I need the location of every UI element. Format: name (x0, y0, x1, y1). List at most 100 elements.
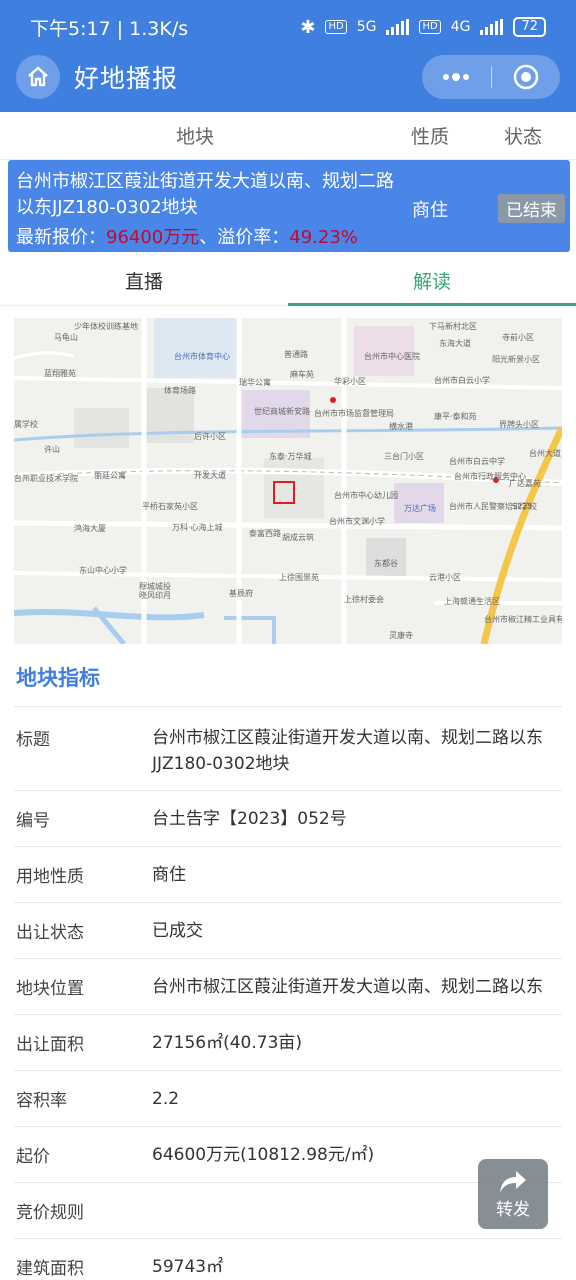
row-value: 已成交 (152, 920, 203, 941)
row-key: 竞价规则 (16, 1203, 84, 1223)
map-label: 广达嘉苑 (509, 479, 541, 488)
map-label: 横水港 (389, 422, 413, 431)
map-label: 许山 (44, 445, 60, 454)
map-label: 台州市椒江精工业具有限公司 (484, 615, 562, 624)
parcel-nature: 商住 (412, 200, 448, 221)
map-label: 台州大道 (529, 449, 561, 458)
more-button[interactable] (422, 55, 491, 99)
parcel-map[interactable]: 少年体校训练基地 马龟山 台州市体育中心 台州市中心医院 下马新村北区 寺前小区… (14, 318, 562, 644)
map-label: 马龟山 (54, 333, 78, 342)
hd-badge-2: HD (419, 20, 441, 34)
row-value: 2.2 (152, 1088, 180, 1109)
table-row: 编号 台土告字【2023】052号 (14, 790, 562, 846)
map-label: 瑞华公寓 (239, 378, 271, 387)
map-label: 东海大道 (439, 339, 471, 348)
row-key: 容积率 (16, 1091, 67, 1111)
signal-icon-2 (480, 19, 504, 35)
selected-parcel-item[interactable]: 台州市椒江区葭沚街道开发大道以南、规划二路以东JJZ180-0302地块 最新报… (8, 160, 570, 252)
map-label: 台州市市场监督管理局 (314, 409, 394, 418)
parcel-title: 台州市椒江区葭沚街道开发大道以南、规划二路以东JJZ180-0302地块 (16, 171, 394, 218)
premium-value: 49.23% (289, 227, 358, 248)
table-row: 容积率 2.2 (14, 1070, 562, 1126)
hd-badge-1: HD (325, 20, 347, 34)
table-row: 建筑面积 59743㎡ (14, 1238, 562, 1280)
row-key: 用地性质 (16, 867, 84, 887)
status-icons: ✱ HD 5G HD 4G 72 (300, 17, 546, 38)
map-label: 下马新村北区 (429, 322, 477, 331)
row-value: 59743㎡ (152, 1256, 224, 1277)
map-label: 东泰·万华城 (269, 452, 312, 461)
bluetooth-icon: ✱ (300, 16, 316, 38)
map-label: 万达广场 (404, 504, 436, 513)
home-icon (28, 66, 48, 87)
battery-indicator: 72 (513, 17, 546, 37)
app-header: 下午5:17 | 1.3K/s ✱ HD 5G HD 4G 72 好地播报 (0, 0, 576, 112)
network-4g-label: 4G (450, 19, 471, 35)
table-row: 用地性质 商住 (14, 846, 562, 902)
map-label: 台州市文渊小学 (329, 517, 385, 526)
table-row: 地块位置 台州市椒江区葭沚街道开发大道以南、规划二路以东 (14, 958, 562, 1014)
target-circle-icon (513, 64, 538, 90)
column-parcel[interactable]: 地块 (0, 122, 390, 149)
row-value: 台州市椒江区葭沚街道开发大道以南、规划二路以东JJZ180-0302地块 (152, 728, 543, 774)
map-label: 东都谷 (374, 559, 398, 568)
map-label: 开发大道 (194, 471, 226, 480)
row-key: 地块位置 (16, 979, 84, 999)
price-label: 最新报价： (16, 227, 106, 248)
tab-interpretation[interactable]: 解读 (288, 256, 576, 306)
map-label: 寺前小区 (502, 333, 534, 342)
map-label: 界牌头小区 (499, 420, 539, 429)
map-label: 华彩小区 (334, 377, 366, 386)
map-label: 泰富西路 (249, 529, 281, 538)
row-key: 编号 (16, 811, 50, 831)
map-label: 丽廷公寓 (94, 471, 126, 480)
network-5g-label: 5G (356, 19, 377, 35)
map-label: 康平·泰和苑 (434, 412, 477, 421)
map-label: 平桥石家苑小区 (142, 502, 198, 511)
map-label: 麻车苑 (290, 370, 314, 379)
map-label: 灵康寺 (389, 631, 413, 640)
map-label: 少年体校训练基地 (74, 322, 138, 331)
title-row: 好地播报 (16, 54, 560, 100)
signal-icon-1 (386, 19, 410, 35)
status-badge: 已结束 (498, 194, 565, 223)
row-key: 起价 (16, 1147, 50, 1167)
row-key: 建筑面积 (16, 1259, 84, 1279)
map-label: 台州市白云小学 (434, 376, 490, 385)
map-label: 三台门小区 (384, 452, 424, 461)
map-label: 上徐围景苑 (279, 573, 319, 582)
map-label: 胡成云筑 (282, 533, 314, 542)
map-label: 属学校 (14, 420, 38, 429)
share-button[interactable]: 转发 (478, 1159, 548, 1229)
share-label: 转发 (496, 1199, 530, 1220)
map-label: 东山中心小学 (79, 566, 127, 575)
detail-tabs: 直播 解读 (0, 256, 576, 306)
map-label: 后许小区 (194, 432, 226, 441)
parcel-price-line: 最新报价：96400万元、溢价率：49.23% (16, 223, 358, 249)
map-label: 台州职业技术学院 (14, 474, 78, 483)
row-value: 台州市椒江区葭沚街道开发大道以南、规划二路以东 (152, 976, 543, 997)
row-value: 商住 (152, 864, 186, 885)
table-row: 标题 台州市椒江区葭沚街道开发大道以南、规划二路以东JJZ180-0302地块 (14, 706, 562, 790)
table-row: 出让面积 27156㎡(40.73亩) (14, 1014, 562, 1070)
close-miniapp-button[interactable] (492, 55, 561, 99)
status-bar: 下午5:17 | 1.3K/s ✱ HD 5G HD 4G 72 (30, 12, 546, 42)
map-label: 台州市体育中心 (174, 352, 230, 361)
row-key: 出让状态 (16, 923, 84, 943)
page-title: 好地播报 (74, 64, 179, 93)
row-key: 出让面积 (16, 1035, 84, 1055)
map-label: 基辰府 (229, 589, 253, 598)
premium-label: 、溢价率： (199, 227, 290, 248)
map-label: 万科·心海上城 (172, 523, 223, 532)
tab-live[interactable]: 直播 (0, 256, 288, 305)
map-label: 普通路 (284, 350, 308, 359)
status-time-speed: 下午5:17 | 1.3K/s (30, 17, 189, 40)
price-value: 96400万元 (106, 227, 200, 248)
table-row: 出让状态 已成交 (14, 902, 562, 958)
row-value: 27156㎡(40.73亩) (152, 1032, 303, 1053)
share-arrow-icon (500, 1170, 526, 1193)
home-button[interactable] (16, 55, 60, 99)
map-label: S225 (512, 502, 533, 511)
column-nature[interactable]: 性质 (390, 122, 470, 149)
column-status[interactable]: 状态 (470, 122, 576, 149)
